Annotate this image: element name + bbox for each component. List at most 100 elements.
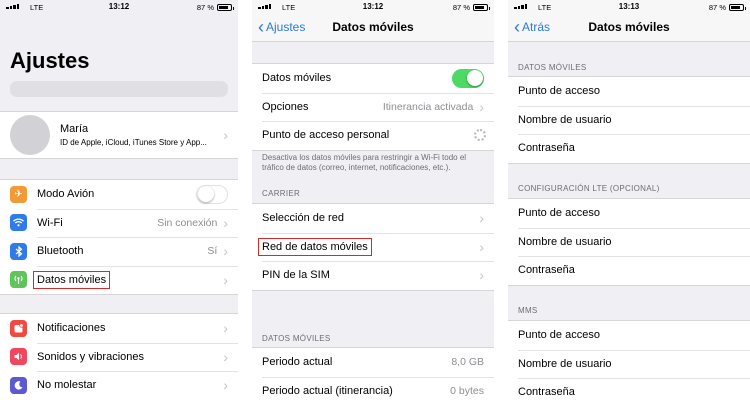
network-selection-row[interactable]: Selección de red › (252, 204, 494, 233)
nav-title: Datos móviles (332, 20, 414, 34)
mms-group: Punto de acceso Nombre de usuario Contra… (508, 320, 750, 400)
row-label: Punto de acceso personal (262, 129, 390, 142)
item-label: Notificaciones (37, 322, 106, 335)
field-label: Contraseña (518, 386, 575, 399)
avatar (10, 115, 50, 155)
item-label: Sonidos y vibraciones (37, 350, 145, 363)
connectivity-group: ✈ Modo Avión Wi-Fi Sin conexión › Blueto… (0, 179, 238, 295)
item-label: Modo Avión (37, 188, 95, 201)
chevron-right-icon: › (223, 214, 228, 231)
moon-icon (10, 376, 27, 394)
settings-item-notifications[interactable]: Notificaciones › (0, 314, 238, 343)
antenna-icon (10, 271, 27, 289)
status-bar: LTE 13:12 87 % (252, 0, 494, 14)
mms-apn-field[interactable]: Punto de acceso (508, 321, 750, 350)
section-header: CARRIER (262, 189, 301, 198)
search-bar[interactable] (10, 81, 228, 97)
chevron-right-icon: › (223, 377, 228, 394)
settings-item-airplane-mode[interactable]: ✈ Modo Avión (0, 180, 238, 209)
row-label: Periodo actual (itinerancia) (262, 384, 393, 397)
apple-id-profile[interactable]: María ID de Apple, iCloud, iTunes Store … (0, 112, 238, 158)
battery-icon (473, 4, 490, 11)
airplane-icon: ✈ (10, 185, 27, 203)
loading-spinner-icon (474, 129, 486, 142)
settings-item-cellular[interactable]: Datos móviles › (0, 265, 238, 295)
chevron-right-icon: › (223, 320, 228, 337)
mms-password-field[interactable]: Contraseña (508, 378, 750, 400)
field-label: Punto de acceso (518, 207, 600, 220)
item-label-highlighted: Datos móviles (32, 270, 111, 289)
settings-item-do-not-disturb[interactable]: No molestar › (0, 371, 238, 400)
personal-hotspot-row[interactable]: Punto de acceso personal (252, 121, 494, 150)
battery-icon (729, 4, 746, 11)
battery-percent: 87 % (708, 3, 726, 12)
password-field[interactable]: Contraseña (508, 134, 750, 163)
cellular-footnote: Desactiva los datos móviles para restrin… (262, 153, 467, 172)
airplane-mode-toggle[interactable] (196, 184, 228, 204)
row-label-highlighted: Red de datos móviles (258, 237, 372, 256)
battery-icon (217, 4, 234, 11)
battery-indicator: 87 % (708, 3, 746, 12)
profile-group: María ID de Apple, iCloud, iTunes Store … (0, 111, 238, 159)
item-value: Sin conexión (157, 216, 218, 229)
navigation-bar: ‹ Ajustes Datos móviles (252, 14, 494, 42)
sim-pin-row[interactable]: PIN de la SIM › (252, 261, 494, 290)
lte-username-field[interactable]: Nombre de usuario (508, 227, 750, 257)
cellular-data-toggle[interactable] (452, 68, 484, 88)
section-header: DATOS MÓVILES (518, 63, 587, 72)
section-header: CONFIGURACIÓN LTE (OPCIONAL) (518, 184, 660, 193)
settings-item-sounds[interactable]: Sonidos y vibraciones › (0, 342, 238, 372)
wifi-icon (10, 214, 27, 232)
bluetooth-icon (10, 242, 27, 260)
chevron-right-icon: › (223, 243, 228, 260)
row-value: 0 bytes (450, 384, 484, 397)
settings-screen: LTE 13:12 87 % Ajustes María ID de Apple… (0, 0, 238, 400)
chevron-right-icon: › (479, 267, 484, 284)
section-header: DATOS MÓVILES (262, 334, 331, 343)
row-label: Opciones (262, 100, 309, 113)
chevron-right-icon: › (223, 127, 228, 143)
cellular-network-screen: LTE 13:13 87 % ‹ Atrás Datos móviles DAT… (508, 0, 750, 400)
settings-item-wifi[interactable]: Wi-Fi Sin conexión › (0, 208, 238, 238)
battery-percent: 87 % (452, 3, 470, 12)
row-label: Periodo actual (262, 356, 333, 369)
chevron-right-icon: › (479, 238, 484, 255)
status-bar: LTE 13:12 87 % (0, 0, 238, 14)
chevron-right-icon: › (479, 98, 484, 115)
chevron-right-icon: › (479, 210, 484, 227)
field-label: Nombre de usuario (518, 235, 612, 248)
battery-indicator: 87 % (452, 3, 490, 12)
cellular-data-network-row[interactable]: Red de datos móviles › (252, 232, 494, 262)
lte-config-group: Punto de acceso Nombre de usuario Contra… (508, 198, 750, 286)
row-label: Datos móviles (262, 72, 332, 85)
nav-title: Datos móviles (588, 20, 670, 34)
settings-item-bluetooth[interactable]: Bluetooth Sí › (0, 237, 238, 266)
chevron-right-icon: › (223, 348, 228, 365)
section-header: MMS (518, 306, 538, 315)
cellular-options-row[interactable]: Opciones Itinerancia activada › (252, 92, 494, 122)
item-value: Sí (207, 245, 218, 258)
lte-apn-field[interactable]: Punto de acceso (508, 199, 750, 228)
profile-name: María (60, 123, 89, 135)
page-title: Ajustes (10, 48, 90, 73)
mms-username-field[interactable]: Nombre de usuario (508, 349, 750, 379)
field-label: Contraseña (518, 264, 575, 277)
username-field[interactable]: Nombre de usuario (508, 105, 750, 135)
item-label: Wi-Fi (37, 216, 63, 229)
field-label: Nombre de usuario (518, 113, 612, 126)
apn-field[interactable]: Punto de acceso (508, 77, 750, 106)
field-label: Nombre de usuario (518, 357, 612, 370)
speaker-icon (10, 348, 27, 366)
notifications-group: Notificaciones › Sonidos y vibraciones ›… (0, 313, 238, 400)
cellular-data-apn-group: Punto de acceso Nombre de usuario Contra… (508, 76, 750, 164)
field-label: Contraseña (518, 142, 575, 155)
field-label: Punto de acceso (518, 85, 600, 98)
current-period-roaming-row: Periodo actual (itinerancia) 0 bytes (252, 376, 494, 400)
row-label: Selección de red (262, 212, 344, 225)
battery-percent: 87 % (196, 3, 214, 12)
usage-group: Periodo actual 8,0 GB Periodo actual (it… (252, 347, 494, 400)
item-label: No molestar (37, 379, 97, 392)
current-period-row: Periodo actual 8,0 GB (252, 348, 494, 377)
carrier-group: Selección de red › Red de datos móviles … (252, 203, 494, 291)
lte-password-field[interactable]: Contraseña (508, 256, 750, 285)
